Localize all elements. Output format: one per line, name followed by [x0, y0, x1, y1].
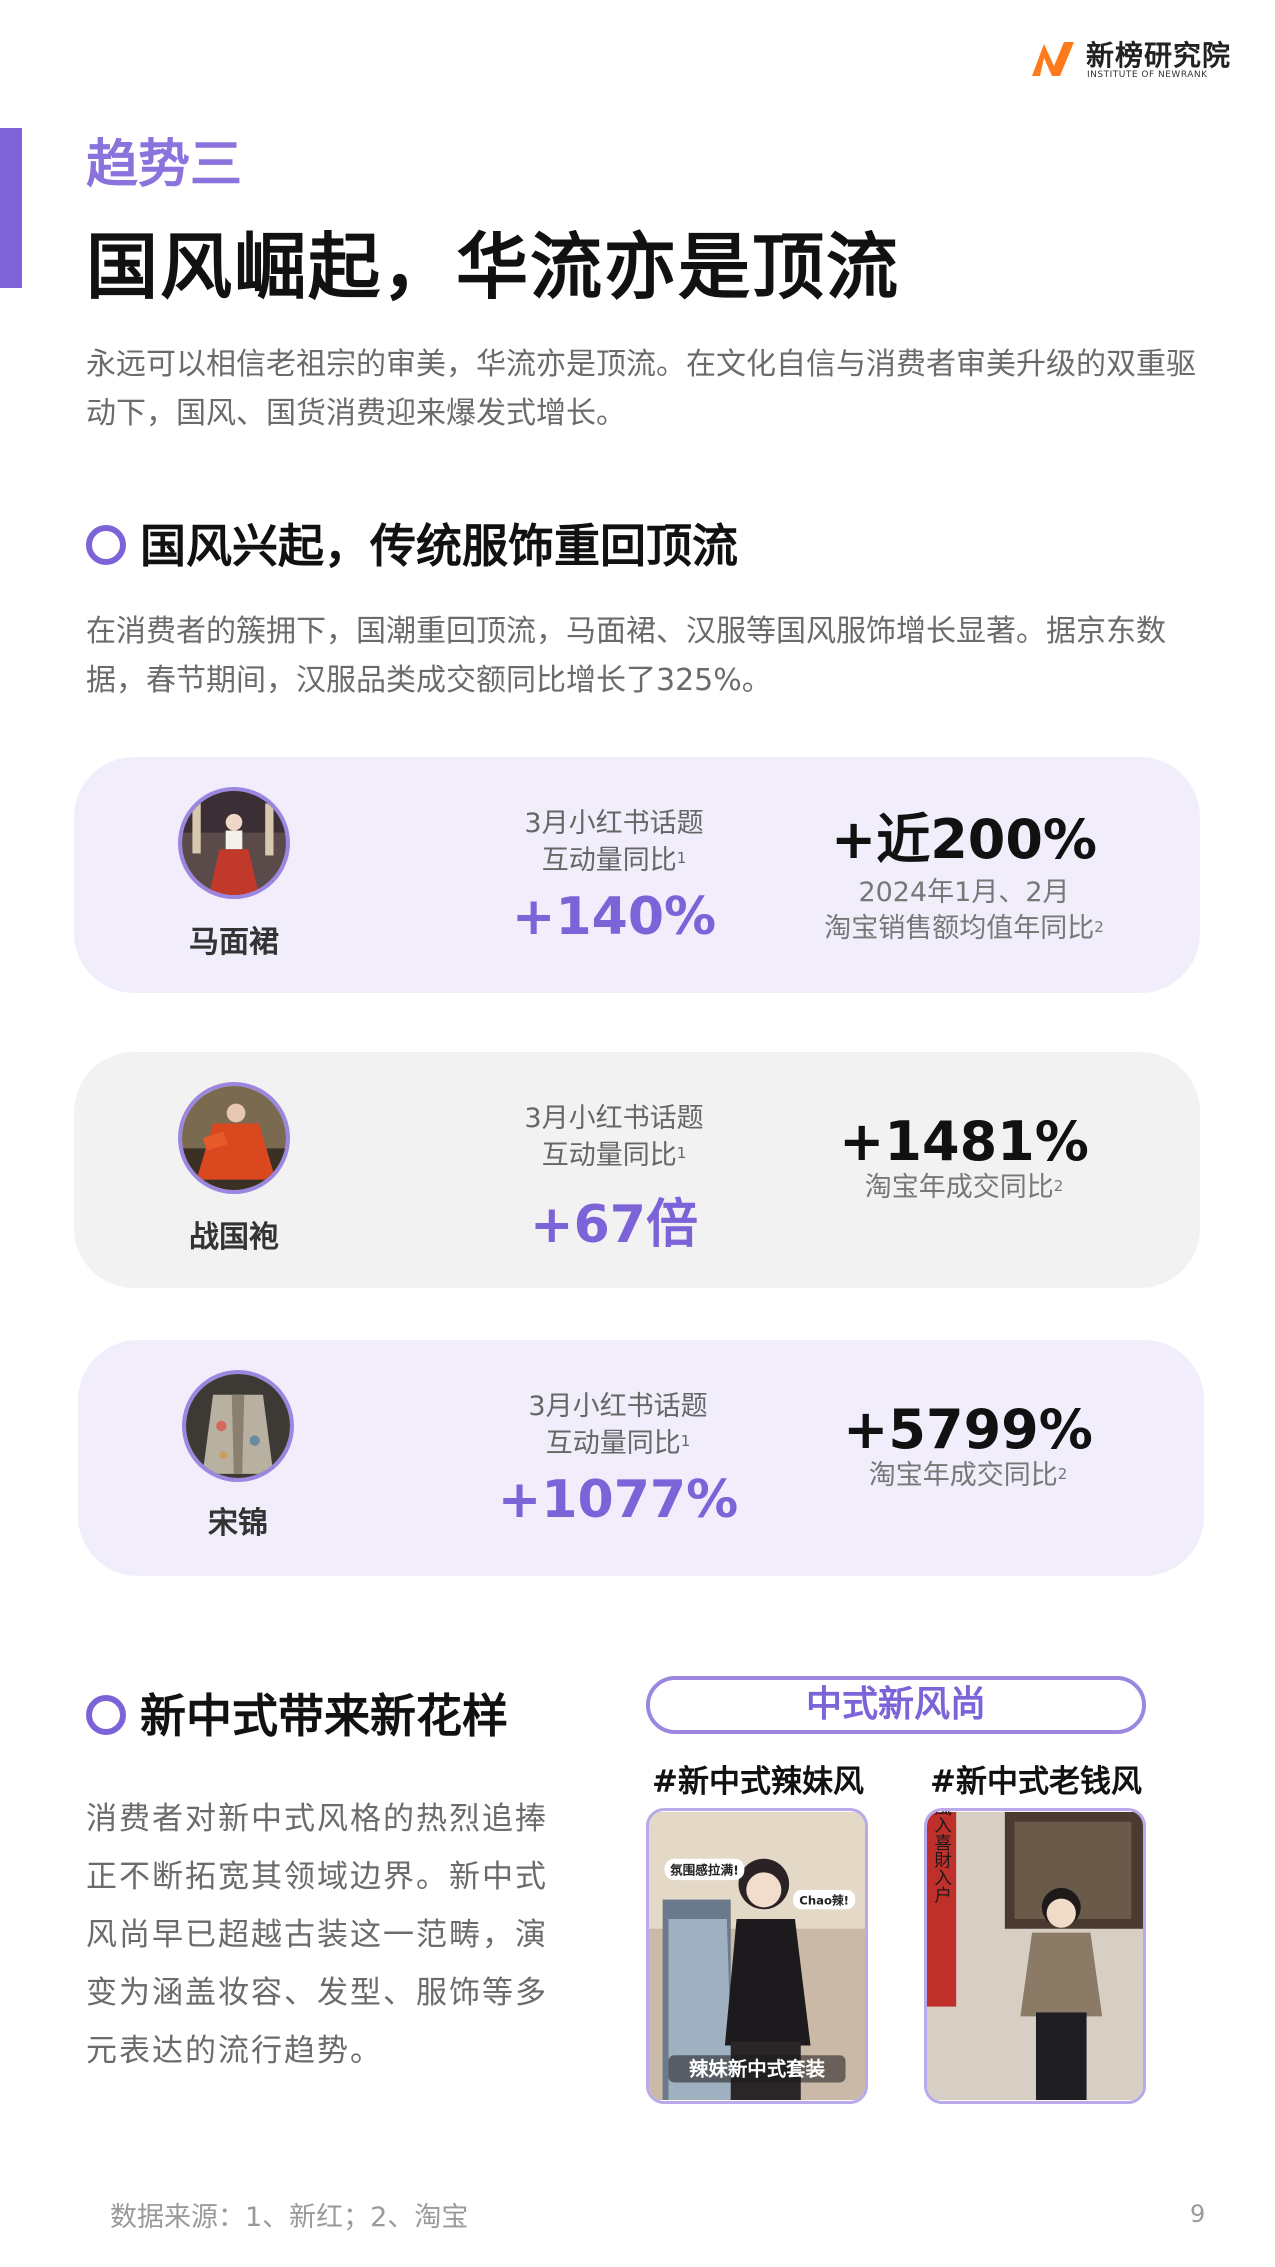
- metric-value: +140%: [511, 887, 717, 947]
- style-pill-label: 中式新风尚: [646, 1676, 1146, 1734]
- avatar-photo: [178, 1082, 290, 1194]
- sales-growth-value: +5799%: [843, 1398, 1093, 1461]
- sales-growth-note: 淘宝年成交同比2: [794, 1170, 1134, 1206]
- sales-growth-note-line2: 淘宝年成交同比2: [868, 1460, 1068, 1491]
- hashtag-old-money: #新中式老钱风: [930, 1764, 1142, 1800]
- sticker-text-3: 辣妹新中式套装: [689, 2058, 826, 2081]
- sales-growth-note: 淘宝年成交同比2: [798, 1458, 1138, 1494]
- metric-label-line1: 3月小红书话题: [524, 1103, 704, 1134]
- circle-bullet-icon: [86, 524, 126, 565]
- trend-kicker: 趋势三: [86, 135, 243, 195]
- sales-growth-note-line2: 淘宝销售额均值年同比2: [824, 913, 1104, 944]
- hashtag-spicy-girl: #新中式辣妹风: [652, 1764, 864, 1800]
- newrank-logo-icon: [1032, 42, 1074, 76]
- sales-growth-note-line2: 淘宝年成交同比2: [864, 1172, 1064, 1203]
- avatar-photo: [182, 1370, 294, 1482]
- sales-growth-note-line1: 2024年1月、2月: [858, 877, 1070, 908]
- sales-growth-note: 2024年1月、2月 淘宝销售额均值年同比2: [794, 875, 1134, 947]
- couplet-text: 風入喜財入户: [932, 1811, 952, 1903]
- section-heading-text: 新中式带来新花样: [140, 1689, 508, 1743]
- old-money-outfit-photo-icon: 風入喜財入户: [927, 1811, 1143, 2100]
- stat-card-songjin: 宋锦 3月小红书话题 互动量同比1 +1077% +5799% 淘宝年成交同比2: [78, 1340, 1204, 1576]
- metric-value: +67倍: [530, 1195, 698, 1255]
- item-label: 马面裙: [189, 925, 279, 960]
- metric-label-line1: 3月小红书话题: [528, 1391, 708, 1422]
- brocade-jacket-photo-icon: [186, 1374, 290, 1478]
- sticker-text-1: 氛围感拉满!: [670, 1862, 739, 1877]
- data-source-note: 数据来源：1、新红；2、淘宝: [110, 2202, 469, 2233]
- page-number: 9: [1190, 2200, 1206, 2228]
- photo-old-money-style: 風入喜財入户: [924, 1808, 1146, 2104]
- metric-label-line2: 互动量同比1: [541, 1140, 687, 1171]
- section-heading-text: 国风兴起，传统服饰重回顶流: [140, 519, 738, 573]
- stat-card-zhanguopao: 战国袍 3月小红书话题 互动量同比1 +67倍 +1481% 淘宝年成交同比2: [74, 1052, 1200, 1288]
- sales-growth-value: +1481%: [839, 1110, 1089, 1173]
- item-label: 战国袍: [189, 1220, 279, 1255]
- page-title: 国风崛起，华流亦是顶流: [86, 225, 901, 309]
- sales-growth-value: +近200%: [830, 808, 1098, 871]
- section-description: 在消费者的簇拥下，国潮重回顶流，马面裙、汉服等国风服饰增长显著。据京东数据，春节…: [86, 614, 1166, 698]
- intro-paragraph: 永远可以相信老祖宗的审美，华流亦是顶流。在文化自信与消费者审美升级的双重驱动下，…: [86, 347, 1196, 431]
- section-description: 消费者对新中式风格的热烈追捧正不断拓宽其领域边界。新中式风尚早已超越古装这一范畴…: [86, 1801, 548, 2069]
- item-label: 宋锦: [208, 1506, 268, 1541]
- metric-label-line2: 互动量同比1: [545, 1428, 691, 1459]
- metric-value: +1077%: [497, 1470, 739, 1530]
- metric-label-line2: 互动量同比1: [541, 845, 687, 876]
- accent-side-bar: [0, 128, 22, 288]
- brand-subtitle: INSTITUTE OF NEWRANK: [1087, 70, 1208, 80]
- sticker-text-2: Chao辣!: [799, 1893, 849, 1907]
- metric-label: 3月小红书话题 互动量同比1: [434, 1100, 794, 1174]
- brand-logo: 新榜研究院 INSTITUTE OF NEWRANK: [1030, 34, 1250, 84]
- metric-label: 3月小红书话题 互动量同比1: [438, 1388, 798, 1462]
- avatar-photo: [178, 787, 290, 899]
- stat-card-mamianqun: 马面裙 3月小红书话题 互动量同比1 +140% +近200% 2024年1月、…: [74, 757, 1200, 993]
- circle-bullet-icon: [86, 1694, 126, 1735]
- brand-name: 新榜研究院: [1086, 39, 1232, 72]
- section-heading-guofeng: 国风兴起，传统服饰重回顶流: [86, 510, 738, 576]
- section-heading-xinzhongshi: 新中式带来新花样: [86, 1680, 508, 1746]
- woman-in-skirt-photo-icon: [182, 791, 286, 895]
- metric-label: 3月小红书话题 互动量同比1: [434, 805, 794, 879]
- spicy-girl-outfit-photo-icon: 氛围感拉满! Chao辣! 辣妹新中式套装: [649, 1812, 865, 2100]
- metric-label-line1: 3月小红书话题: [524, 808, 704, 839]
- woman-in-red-robe-photo-icon: [182, 1086, 286, 1190]
- photo-spicy-girl-style: 氛围感拉满! Chao辣! 辣妹新中式套装: [646, 1808, 868, 2104]
